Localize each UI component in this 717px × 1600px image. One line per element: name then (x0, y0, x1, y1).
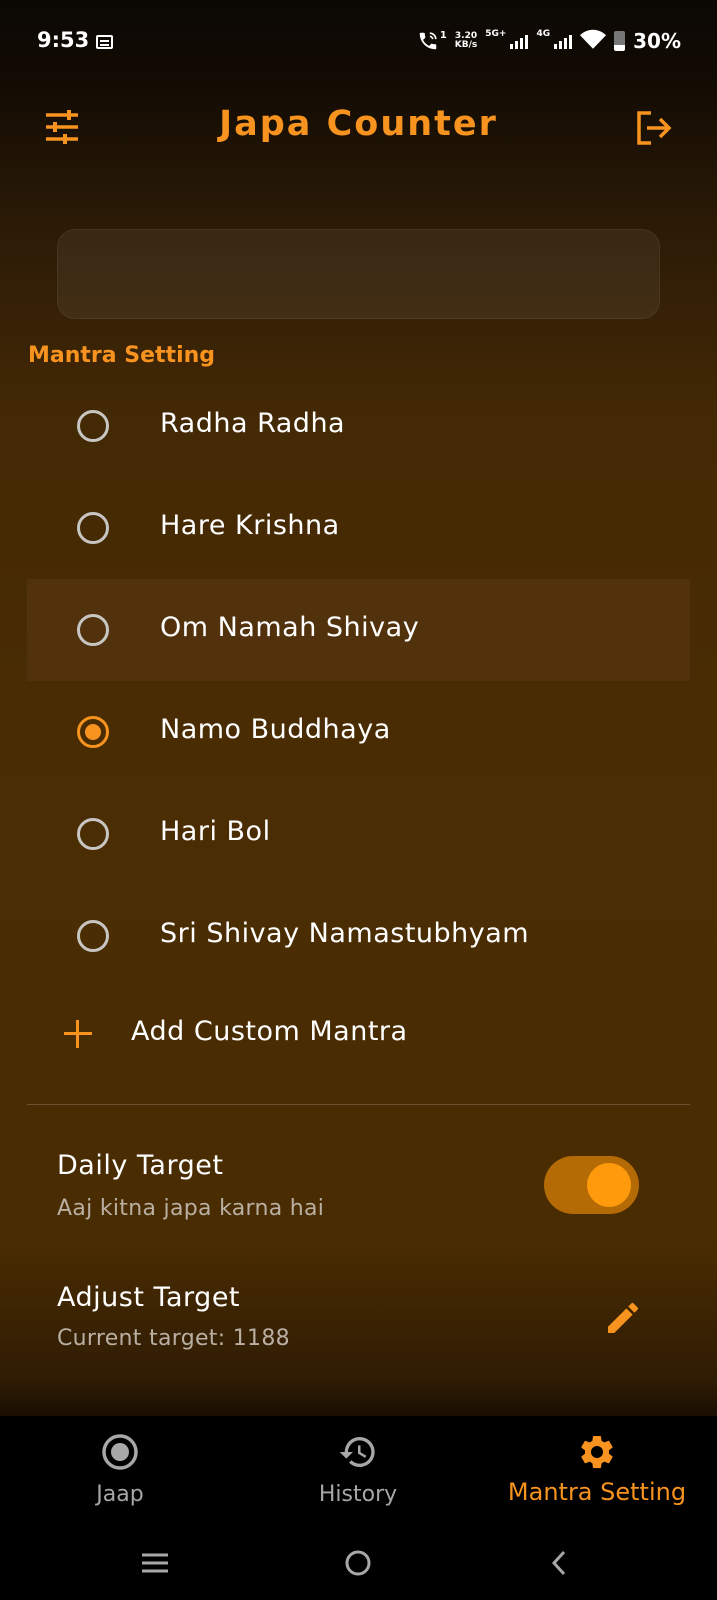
toggle-knob (587, 1163, 631, 1207)
mantra-label: Hari Bol (160, 816, 271, 847)
mantra-option[interactable]: Radha Radha (27, 375, 690, 477)
mantra-list: Radha Radha Hare Krishna Om Namah Shivay… (27, 375, 690, 987)
gear-icon (577, 1432, 617, 1472)
top-app-bar: Japa Counter (0, 96, 717, 160)
calendar-notification-icon (96, 35, 113, 49)
nav-tab-history[interactable]: History (268, 1416, 448, 1526)
back-chevron-icon[interactable] (544, 1548, 578, 1578)
mantra-option-selected[interactable]: Namo Buddhaya (27, 681, 690, 783)
mantra-input-box[interactable] (57, 229, 660, 319)
nav-tab-mantra-setting[interactable]: Mantra Setting (507, 1416, 687, 1526)
radio-unchecked-icon[interactable] (77, 410, 109, 442)
status-bar: 9:53 1 3.20 KB/s 5G+ 4G 30% (0, 0, 717, 86)
mantra-option-highlighted[interactable]: Om Namah Shivay (27, 579, 690, 681)
history-icon (338, 1432, 378, 1472)
logout-icon[interactable] (635, 110, 673, 146)
status-indicators: 1 3.20 KB/s 5G+ 4G 30% (417, 28, 681, 54)
network-type-5g: 5G+ (485, 29, 507, 39)
status-time: 9:53 (37, 28, 90, 52)
radio-checked-icon[interactable] (77, 716, 109, 748)
bottom-navigation: Jaap History Mantra Setting (0, 1416, 717, 1526)
mantra-option[interactable]: Sri Shivay Namastubhyam (27, 885, 690, 987)
nav-label: Mantra Setting (507, 1478, 687, 1506)
nav-label: History (318, 1482, 398, 1507)
radio-unchecked-icon[interactable] (77, 614, 109, 646)
add-custom-mantra-button[interactable]: Add Custom Mantra (27, 988, 690, 1088)
signal-strength-icon-2 (554, 33, 573, 49)
radio-target-icon (100, 1432, 140, 1472)
radio-unchecked-icon[interactable] (77, 920, 109, 952)
network-type-4g: 4G (536, 29, 551, 39)
daily-target-subtitle: Aaj kitna japa karna hai (57, 1196, 325, 1221)
mantra-label: Radha Radha (160, 408, 346, 439)
nav-label: Jaap (96, 1482, 144, 1507)
battery-icon (614, 31, 626, 51)
system-navigation-bar (0, 1526, 717, 1600)
signal-strength-icon (510, 33, 529, 49)
daily-target-title: Daily Target (57, 1150, 224, 1181)
add-custom-mantra-label: Add Custom Mantra (131, 1016, 408, 1047)
mantra-option[interactable]: Hari Bol (27, 783, 690, 885)
home-circle-icon[interactable] (341, 1548, 375, 1578)
section-label-mantra-setting: Mantra Setting (28, 343, 216, 368)
plus-icon (64, 1020, 92, 1048)
adjust-target-title: Adjust Target (57, 1282, 241, 1313)
radio-unchecked-icon[interactable] (77, 512, 109, 544)
adjust-target-subtitle: Current target: 1188 (57, 1326, 290, 1351)
app-title: Japa Counter (219, 104, 498, 144)
daily-target-toggle[interactable] (544, 1156, 639, 1214)
mantra-label: Sri Shivay Namastubhyam (160, 918, 530, 949)
net-speed-unit: KB/s (454, 40, 478, 50)
edit-pencil-icon[interactable] (603, 1298, 643, 1338)
network-speed: 3.20 KB/s (455, 32, 477, 50)
mantra-option[interactable]: Hare Krishna (27, 477, 690, 579)
call-sim-number: 1 (439, 30, 447, 41)
wifi-call-icon: 1 (417, 30, 447, 52)
mantra-label: Hare Krishna (160, 510, 340, 541)
nav-tab-jaap[interactable]: Jaap (30, 1416, 210, 1526)
divider (27, 1104, 690, 1105)
radio-unchecked-icon[interactable] (77, 818, 109, 850)
mantra-label: Om Namah Shivay (160, 612, 420, 643)
recents-menu-icon[interactable] (138, 1548, 172, 1578)
battery-percent: 30% (633, 29, 681, 53)
wifi-icon (580, 28, 607, 54)
mantra-label: Namo Buddhaya (160, 714, 391, 745)
